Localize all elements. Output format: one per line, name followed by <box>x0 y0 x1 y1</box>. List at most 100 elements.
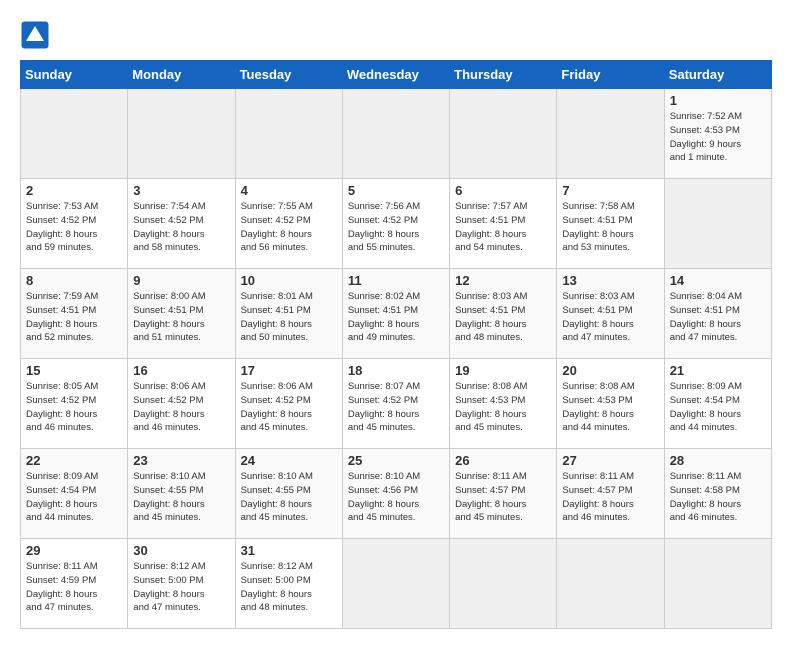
day-number: 18 <box>348 363 444 378</box>
calendar-cell: 13 Sunrise: 8:03 AM Sunset: 4:51 PM Dayli… <box>557 269 664 359</box>
day-header-saturday: Saturday <box>664 61 771 89</box>
calendar-cell: 30 Sunrise: 8:12 AM Sunset: 5:00 PM Dayli… <box>128 539 235 629</box>
day-number: 11 <box>348 273 444 288</box>
calendar-cell: 27 Sunrise: 8:11 AM Sunset: 4:57 PM Dayli… <box>557 449 664 539</box>
day-info: Sunrise: 8:08 AM Sunset: 4:53 PM Dayligh… <box>455 380 551 435</box>
day-info: Sunrise: 7:53 AM Sunset: 4:52 PM Dayligh… <box>26 200 122 255</box>
calendar-cell: 23Sunrise: 8:10 AM Sunset: 4:55 PM Dayli… <box>128 449 235 539</box>
calendar-cell <box>664 179 771 269</box>
day-info: Sunrise: 8:09 AM Sunset: 4:54 PM Dayligh… <box>26 470 122 525</box>
calendar-cell: 2 Sunrise: 7:53 AM Sunset: 4:52 PM Daylig… <box>21 179 128 269</box>
week-row-0: 1 Sunrise: 7:52 AM Sunset: 4:53 PM Daylig… <box>21 89 772 179</box>
calendar-table: SundayMondayTuesdayWednesdayThursdayFrid… <box>20 60 772 629</box>
day-number: 27 <box>562 453 658 468</box>
day-info: Sunrise: 8:12 AM Sunset: 5:00 PM Dayligh… <box>133 560 229 615</box>
day-info: Sunrise: 8:12 AM Sunset: 5:00 PM Dayligh… <box>241 560 337 615</box>
calendar-cell <box>557 89 664 179</box>
calendar-cell: 7Sunrise: 7:58 AM Sunset: 4:51 PM Daylig… <box>557 179 664 269</box>
day-number: 21 <box>670 363 766 378</box>
calendar-cell: 21Sunrise: 8:09 AM Sunset: 4:54 PM Dayli… <box>664 359 771 449</box>
calendar-cell: 8Sunrise: 7:59 AM Sunset: 4:51 PM Daylig… <box>21 269 128 359</box>
day-header-wednesday: Wednesday <box>342 61 449 89</box>
calendar-cell: 14 Sunrise: 8:04 AM Sunset: 4:51 PM Dayli… <box>664 269 771 359</box>
day-number: 13 <box>562 273 658 288</box>
day-number: 26 <box>455 453 551 468</box>
calendar-cell: 12 Sunrise: 8:03 AM Sunset: 4:51 PM Dayli… <box>450 269 557 359</box>
day-number: 30 <box>133 543 229 558</box>
day-number: 23 <box>133 453 229 468</box>
day-number: 6 <box>455 183 551 198</box>
week-row-1: 2 Sunrise: 7:53 AM Sunset: 4:52 PM Daylig… <box>21 179 772 269</box>
calendar-cell: 16Sunrise: 8:06 AM Sunset: 4:52 PM Dayli… <box>128 359 235 449</box>
day-number: 1 <box>670 93 766 108</box>
day-info: Sunrise: 8:05 AM Sunset: 4:52 PM Dayligh… <box>26 380 122 435</box>
day-info: Sunrise: 8:03 AM Sunset: 4:51 PM Dayligh… <box>562 290 658 345</box>
day-info: Sunrise: 8:11 AM Sunset: 4:58 PM Dayligh… <box>670 470 766 525</box>
day-number: 5 <box>348 183 444 198</box>
day-number: 4 <box>241 183 337 198</box>
day-number: 2 <box>26 183 122 198</box>
calendar-cell: 26 Sunrise: 8:11 AM Sunset: 4:57 PM Dayli… <box>450 449 557 539</box>
calendar-cell: 4 Sunrise: 7:55 AM Sunset: 4:52 PM Daylig… <box>235 179 342 269</box>
day-info: Sunrise: 8:02 AM Sunset: 4:51 PM Dayligh… <box>348 290 444 345</box>
day-number: 14 <box>670 273 766 288</box>
day-number: 7 <box>562 183 658 198</box>
calendar-cell <box>342 539 449 629</box>
day-info: Sunrise: 8:11 AM Sunset: 4:57 PM Dayligh… <box>455 470 551 525</box>
calendar-header-row: SundayMondayTuesdayWednesdayThursdayFrid… <box>21 61 772 89</box>
day-info: Sunrise: 8:10 AM Sunset: 4:56 PM Dayligh… <box>348 470 444 525</box>
day-number: 24 <box>241 453 337 468</box>
calendar-cell <box>450 89 557 179</box>
calendar-cell: 29Sunrise: 8:11 AM Sunset: 4:59 PM Dayli… <box>21 539 128 629</box>
calendar-cell: 3Sunrise: 7:54 AM Sunset: 4:52 PM Daylig… <box>128 179 235 269</box>
day-info: Sunrise: 7:54 AM Sunset: 4:52 PM Dayligh… <box>133 200 229 255</box>
day-info: Sunrise: 7:52 AM Sunset: 4:53 PM Dayligh… <box>670 110 766 165</box>
day-number: 12 <box>455 273 551 288</box>
day-header-thursday: Thursday <box>450 61 557 89</box>
calendar-cell: 6 Sunrise: 7:57 AM Sunset: 4:51 PM Daylig… <box>450 179 557 269</box>
calendar-cell: 15Sunrise: 8:05 AM Sunset: 4:52 PM Dayli… <box>21 359 128 449</box>
calendar-cell: 11 Sunrise: 8:02 AM Sunset: 4:51 PM Dayli… <box>342 269 449 359</box>
calendar-cell: 19Sunrise: 8:08 AM Sunset: 4:53 PM Dayli… <box>450 359 557 449</box>
calendar-cell: 25 Sunrise: 8:10 AM Sunset: 4:56 PM Dayli… <box>342 449 449 539</box>
week-row-2: 8Sunrise: 7:59 AM Sunset: 4:51 PM Daylig… <box>21 269 772 359</box>
day-info: Sunrise: 7:55 AM Sunset: 4:52 PM Dayligh… <box>241 200 337 255</box>
calendar-cell: 10Sunrise: 8:01 AM Sunset: 4:51 PM Dayli… <box>235 269 342 359</box>
day-info: Sunrise: 8:11 AM Sunset: 4:59 PM Dayligh… <box>26 560 122 615</box>
calendar-cell: 28Sunrise: 8:11 AM Sunset: 4:58 PM Dayli… <box>664 449 771 539</box>
calendar-cell <box>21 89 128 179</box>
week-row-3: 15Sunrise: 8:05 AM Sunset: 4:52 PM Dayli… <box>21 359 772 449</box>
day-info: Sunrise: 7:57 AM Sunset: 4:51 PM Dayligh… <box>455 200 551 255</box>
day-number: 10 <box>241 273 337 288</box>
calendar-cell: 9Sunrise: 8:00 AM Sunset: 4:51 PM Daylig… <box>128 269 235 359</box>
day-number: 16 <box>133 363 229 378</box>
day-info: Sunrise: 8:07 AM Sunset: 4:52 PM Dayligh… <box>348 380 444 435</box>
day-number: 17 <box>241 363 337 378</box>
calendar-cell <box>557 539 664 629</box>
calendar-cell: 22 Sunrise: 8:09 AM Sunset: 4:54 PM Dayli… <box>21 449 128 539</box>
day-number: 22 <box>26 453 122 468</box>
calendar-body: 1 Sunrise: 7:52 AM Sunset: 4:53 PM Daylig… <box>21 89 772 629</box>
calendar-cell: 17 Sunrise: 8:06 AM Sunset: 4:52 PM Dayli… <box>235 359 342 449</box>
calendar-cell <box>128 89 235 179</box>
day-number: 25 <box>348 453 444 468</box>
day-info: Sunrise: 8:08 AM Sunset: 4:53 PM Dayligh… <box>562 380 658 435</box>
day-info: Sunrise: 8:03 AM Sunset: 4:51 PM Dayligh… <box>455 290 551 345</box>
calendar-cell: 31 Sunrise: 8:12 AM Sunset: 5:00 PM Dayli… <box>235 539 342 629</box>
day-header-monday: Monday <box>128 61 235 89</box>
day-header-tuesday: Tuesday <box>235 61 342 89</box>
day-info: Sunrise: 8:06 AM Sunset: 4:52 PM Dayligh… <box>241 380 337 435</box>
day-info: Sunrise: 7:56 AM Sunset: 4:52 PM Dayligh… <box>348 200 444 255</box>
calendar-cell: 24Sunrise: 8:10 AM Sunset: 4:55 PM Dayli… <box>235 449 342 539</box>
day-info: Sunrise: 8:11 AM Sunset: 4:57 PM Dayligh… <box>562 470 658 525</box>
calendar-cell: 18 Sunrise: 8:07 AM Sunset: 4:52 PM Dayli… <box>342 359 449 449</box>
day-header-sunday: Sunday <box>21 61 128 89</box>
day-number: 9 <box>133 273 229 288</box>
calendar-cell: 5 Sunrise: 7:56 AM Sunset: 4:52 PM Daylig… <box>342 179 449 269</box>
day-number: 31 <box>241 543 337 558</box>
day-info: Sunrise: 8:04 AM Sunset: 4:51 PM Dayligh… <box>670 290 766 345</box>
day-header-friday: Friday <box>557 61 664 89</box>
logo <box>20 20 54 50</box>
calendar-header <box>20 20 772 50</box>
calendar-cell: 1 Sunrise: 7:52 AM Sunset: 4:53 PM Daylig… <box>664 89 771 179</box>
